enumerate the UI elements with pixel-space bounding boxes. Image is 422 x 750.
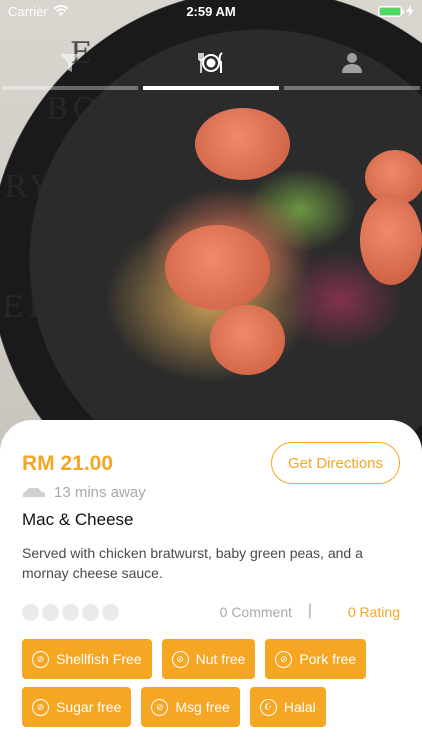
- no-sugar-icon: ⊘: [32, 698, 49, 716]
- car-icon: [23, 487, 45, 497]
- tag-label: Msg free: [175, 699, 230, 715]
- rating-row: 0 Comment | 0 Rating: [22, 601, 400, 623]
- top-tabs: [0, 44, 422, 94]
- battery-icon: [378, 5, 404, 17]
- tab-profile[interactable]: [281, 44, 422, 94]
- no-shellfish-icon: ⊘: [32, 650, 49, 668]
- wifi-icon: [53, 5, 69, 16]
- divider: |: [307, 602, 312, 619]
- plate-utensils-icon: [198, 52, 223, 73]
- tab-indicator: [143, 86, 279, 90]
- dish-description: Served with chicken bratwurst, baby gree…: [22, 545, 363, 581]
- tab-filter[interactable]: [0, 44, 141, 94]
- tag-halal[interactable]: ☪ Halal: [249, 687, 326, 727]
- dish-name: Mac & Cheese: [22, 510, 134, 529]
- get-directions-button[interactable]: Get Directions: [271, 442, 400, 484]
- carrier-label: Carrier: [8, 3, 48, 19]
- sausage-slice: [360, 195, 422, 285]
- user-icon: [341, 53, 362, 73]
- dish-price: RM 21.00: [22, 452, 114, 475]
- tag-nut-free[interactable]: ⊘ Nut free: [161, 639, 256, 679]
- star-icon[interactable]: [82, 604, 99, 621]
- halal-icon: ☪: [259, 698, 277, 716]
- tag-label: Pork free: [299, 651, 357, 667]
- no-pork-icon: ⊘: [275, 650, 293, 668]
- tag-pork-free[interactable]: ⊘ Pork free: [265, 639, 367, 679]
- tag-sugar-free[interactable]: ⊘ Sugar free: [22, 687, 132, 727]
- eta-row: 13 mins away: [22, 484, 146, 501]
- dish-detail-card: RM 21.00 Get Directions 13 mins away Mac…: [0, 420, 422, 750]
- tag-shellfish-free[interactable]: ⊘ Shellfish Free: [22, 639, 152, 679]
- star-rating[interactable]: [22, 604, 119, 621]
- charging-icon: [406, 5, 414, 17]
- sausage-slice: [210, 305, 285, 375]
- paper-letters: BO: [46, 92, 102, 127]
- filter-icon: [60, 54, 81, 72]
- paper-letters: RY: [4, 170, 54, 205]
- no-msg-icon: ⊘: [151, 698, 169, 716]
- sausage-slice: [165, 225, 270, 310]
- comment-count[interactable]: 0 Comment: [220, 604, 292, 620]
- paper-letters: ERY: [2, 290, 78, 325]
- tab-indicator: [2, 86, 139, 90]
- sausage-slice: [195, 108, 290, 180]
- tag-label: Shellfish Free: [56, 651, 142, 667]
- star-icon[interactable]: [62, 604, 79, 621]
- eta-text: 13 mins away: [54, 484, 146, 501]
- tag-label: Nut free: [195, 651, 246, 667]
- star-icon[interactable]: [22, 604, 39, 621]
- star-icon[interactable]: [102, 604, 119, 621]
- tab-indicator: [283, 86, 420, 90]
- no-nut-icon: ⊘: [171, 650, 189, 668]
- rating-count[interactable]: 0 Rating: [348, 604, 400, 620]
- tag-label: Halal: [283, 699, 316, 715]
- status-bar: Carrier 2:59 AM: [0, 0, 422, 22]
- tab-dish[interactable]: [141, 44, 282, 94]
- diet-tags: ⊘ Shellfish Free ⊘ Nut free ⊘ Pork free …: [22, 639, 402, 727]
- tag-label: Sugar free: [56, 699, 122, 715]
- star-icon[interactable]: [42, 604, 59, 621]
- tag-msg-free[interactable]: ⊘ Msg free: [141, 687, 240, 727]
